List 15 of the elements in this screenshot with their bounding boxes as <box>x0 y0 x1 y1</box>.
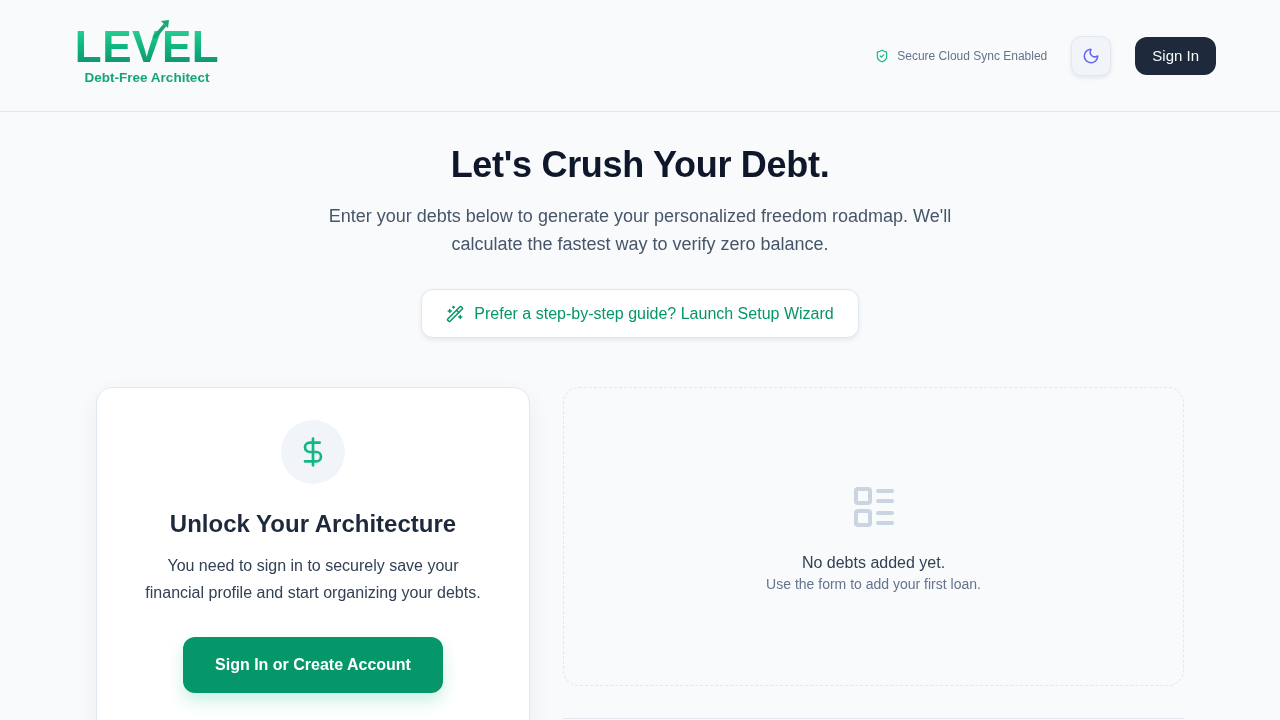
empty-title: No debts added yet. <box>801 552 946 573</box>
sign-in-button[interactable]: Sign In <box>1135 36 1216 75</box>
sync-status-text: Secure Cloud Sync Enabled <box>897 48 1048 63</box>
page-title: Let's Crush Your Debt. <box>450 143 830 187</box>
setup-wizard-button[interactable]: Prefer a step-by-step guide? Launch Setup Wizard <box>421 289 859 338</box>
empty-hint: Use the form to add your first loan. <box>766 574 981 593</box>
magic-wand-icon <box>446 304 465 323</box>
shield-check-icon <box>875 48 890 63</box>
card-text: You need to sign in to securely save your financial profile and start organizing your debts. <box>144 556 482 603</box>
card-title: Unlock Your Architecture <box>169 509 457 539</box>
create-account-button[interactable]: Sign In or Create Account <box>183 637 443 693</box>
theme-toggle-button[interactable] <box>1071 35 1112 76</box>
page-subtitle: Enter your debts below to generate your personalized freedom roadmap. We'll calculate the fastest way to verify zero balance. <box>327 205 953 256</box>
moon-icon <box>1082 46 1101 65</box>
logo-tagline: Debt-Free Architect <box>84 70 210 86</box>
